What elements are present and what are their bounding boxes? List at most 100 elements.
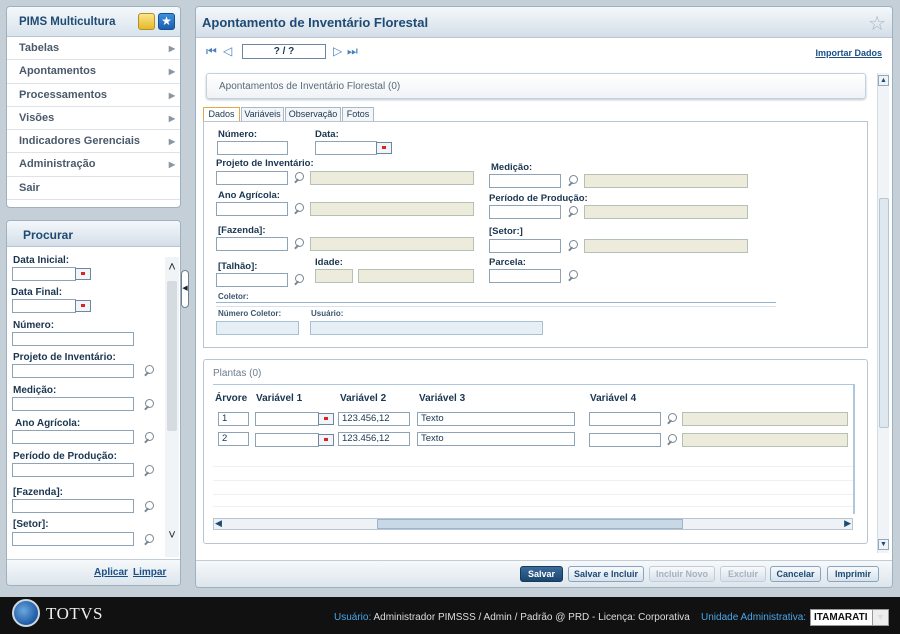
previous-record-icon[interactable]: ◁ [223, 44, 232, 58]
calendar-icon[interactable] [75, 300, 91, 312]
periodo-input[interactable] [489, 205, 561, 219]
numero-input[interactable] [12, 332, 134, 346]
tab-fotos[interactable]: Fotos [342, 107, 374, 122]
setor-input[interactable] [489, 239, 561, 253]
variavel-2-cell[interactable]: 123.456,12 [338, 412, 410, 426]
search-icon[interactable] [142, 431, 156, 445]
search-icon[interactable] [142, 464, 156, 478]
menu-item-tabelas[interactable]: Tabelas ▶ [7, 37, 180, 61]
import-data-link[interactable]: Importar Dados [815, 48, 882, 58]
medicao-input[interactable] [12, 397, 134, 411]
save-button[interactable]: Salvar [520, 566, 563, 582]
calendar-icon[interactable] [318, 413, 334, 425]
last-record-icon[interactable]: ⏭ [347, 44, 358, 59]
search-icon[interactable] [142, 500, 156, 514]
projeto-input[interactable] [12, 364, 134, 378]
unit-select[interactable]: ITAMARATI ▼ [810, 609, 889, 626]
talhao-input[interactable] [216, 273, 288, 287]
delete-button[interactable]: Excluir [720, 566, 766, 582]
menu-item-processamentos[interactable]: Processamentos ▶ [7, 84, 180, 107]
divider [216, 302, 776, 303]
setor-label: [Setor]: [13, 519, 49, 530]
search-icon[interactable] [665, 433, 679, 447]
search-icon[interactable] [142, 398, 156, 412]
fazenda-input[interactable] [12, 499, 134, 513]
menu-header: PIMS Multicultura ★ [7, 7, 180, 37]
search-icon[interactable] [566, 269, 580, 283]
clear-link[interactable]: Limpar [133, 567, 166, 578]
add-new-button[interactable]: Incluir Novo [649, 566, 715, 582]
scroll-up-icon[interactable]: ▲ [878, 75, 889, 86]
setor-input[interactable] [12, 532, 134, 546]
next-record-icon[interactable]: ▷ [333, 44, 342, 58]
search-icon[interactable] [292, 171, 306, 185]
numero-input[interactable] [217, 141, 288, 155]
menu-item-sair[interactable]: Sair [7, 177, 180, 201]
variavel-1-input[interactable] [255, 412, 319, 426]
search-icon[interactable] [566, 205, 580, 219]
scroll-right-icon[interactable]: ▶ [844, 518, 851, 529]
arvore-cell[interactable]: 2 [218, 432, 249, 446]
scrollbar-thumb[interactable] [879, 198, 889, 428]
variavel-3-cell[interactable]: Texto [417, 412, 575, 426]
search-icon[interactable] [566, 174, 580, 188]
variavel-2-cell[interactable]: 123.456,12 [338, 432, 410, 446]
data-input[interactable] [315, 141, 377, 155]
variavel-3-cell[interactable]: Texto [417, 432, 575, 446]
tab-variaveis[interactable]: Variáveis [241, 107, 284, 122]
search-icon[interactable] [566, 239, 580, 253]
calendar-icon[interactable] [376, 142, 392, 154]
search-icon[interactable] [292, 273, 306, 287]
menu-item-apontamentos[interactable]: Apontamentos ▶ [7, 60, 180, 84]
search-icon[interactable] [665, 412, 679, 426]
ano-input[interactable] [12, 430, 134, 444]
fazenda-input[interactable] [216, 237, 288, 251]
data-final-input[interactable] [12, 299, 76, 313]
calendar-icon[interactable] [318, 434, 334, 446]
print-button[interactable]: Imprimir [827, 566, 879, 582]
data-label: Data: [315, 129, 339, 140]
scrollbar-thumb[interactable] [377, 519, 683, 529]
tab-observacao[interactable]: Observação [285, 107, 341, 122]
ano-input[interactable] [216, 202, 288, 216]
star-icon[interactable]: ★ [158, 13, 175, 30]
variavel-4-input[interactable] [589, 412, 661, 426]
save-and-add-button[interactable]: Salvar e Incluir [568, 566, 644, 582]
variavel-4-input[interactable] [589, 433, 661, 447]
projeto-input[interactable] [216, 171, 288, 185]
data-inicial-input[interactable] [12, 267, 76, 281]
medicao-input[interactable] [489, 174, 561, 188]
chart-icon[interactable] [138, 13, 155, 30]
scroll-down-icon[interactable]: ˅ [166, 527, 178, 542]
search-icon[interactable] [292, 237, 306, 251]
first-record-icon[interactable]: ⏮ [206, 44, 217, 59]
scrollbar[interactable]: ˄ ˅ [165, 257, 179, 557]
menu-item-indicadores[interactable]: Indicadores Gerenciais ▶ [7, 130, 180, 154]
search-icon[interactable] [142, 533, 156, 547]
chevron-down-icon[interactable]: ▼ [872, 610, 888, 625]
search-panel: Procurar Data Inicial: Data Final: Númer… [6, 220, 181, 586]
arvore-cell[interactable]: 1 [218, 412, 249, 426]
apply-link[interactable]: Aplicar [94, 567, 128, 578]
menu-item-administracao[interactable]: Administração ▶ [7, 153, 180, 177]
main-scrollbar[interactable]: ▲ ▼ [877, 73, 889, 553]
favorite-star-icon[interactable]: ☆ [868, 11, 886, 36]
calendar-icon[interactable] [75, 268, 91, 280]
search-icon[interactable] [292, 202, 306, 216]
menu-item-visoes[interactable]: Visões ▶ [7, 107, 180, 131]
periodo-input[interactable] [12, 463, 134, 477]
search-icon[interactable] [142, 364, 156, 378]
scroll-down-icon[interactable]: ▼ [878, 539, 889, 550]
column-header-variavel-2: Variável 2 [340, 393, 387, 404]
menu-item-label: Sair [19, 181, 40, 194]
scrollbar-thumb[interactable] [167, 281, 177, 431]
variavel-1-input[interactable] [255, 433, 319, 447]
horizontal-scrollbar[interactable]: ◀ ▶ [213, 518, 853, 530]
cancel-button[interactable]: Cancelar [770, 566, 821, 582]
scroll-left-icon[interactable]: ◀ [215, 518, 222, 529]
fazenda-label: [Fazenda]: [13, 487, 63, 498]
scroll-up-icon[interactable]: ˄ [166, 259, 178, 274]
projeto-label: Projeto de Inventário: [13, 352, 116, 363]
parcela-input[interactable] [489, 269, 561, 283]
collapse-sidebar-handle[interactable]: ◀ [181, 270, 189, 308]
